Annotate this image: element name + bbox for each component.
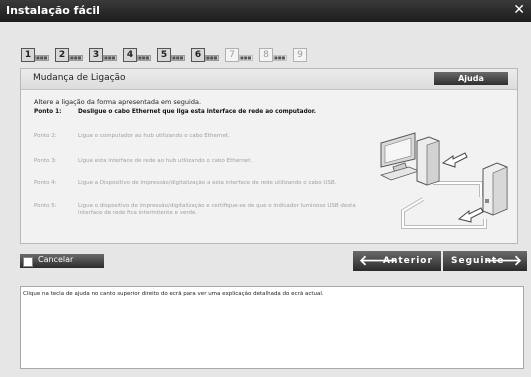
step-progress-bar: ■■■ xyxy=(69,55,83,61)
computer-to-network-device-icon xyxy=(379,132,508,229)
step-number: 2 xyxy=(55,48,69,62)
arrow-right-icon: 🡒 xyxy=(484,253,522,269)
point-label: Ponto 1: xyxy=(34,109,62,115)
step-number: 6 xyxy=(191,48,205,62)
step-number: 3 xyxy=(89,48,103,62)
point-text: Ligue o computador ao hub utilizando o c… xyxy=(78,133,230,139)
checkbox-icon xyxy=(23,257,33,267)
step-progress-bar: ■■■ xyxy=(137,55,151,61)
step-number: 9 xyxy=(293,48,307,62)
cancel-button[interactable]: Cancelar xyxy=(20,254,104,268)
previous-button[interactable]: 🡐 Anterior xyxy=(353,251,441,271)
point-text: Ligue esta interface de rede ao hub util… xyxy=(78,158,253,164)
previous-label: Anterior xyxy=(383,256,433,266)
step-number: 5 xyxy=(157,48,171,62)
step-progress-bar: ■■■ xyxy=(273,55,287,61)
connection-change-panel: Mudança de Ligação Ajuda Altere a ligaçã… xyxy=(20,68,518,244)
window-title: Instalação fácil xyxy=(6,4,100,17)
step-progress-bar: ■■■ xyxy=(171,55,185,61)
close-icon[interactable]: ✕ xyxy=(513,2,525,18)
step-number: 8 xyxy=(259,48,273,62)
point-label: Ponto 3: xyxy=(34,158,57,164)
step-number: 7 xyxy=(225,48,239,62)
point-label: Ponto 5: xyxy=(34,203,57,209)
point-text: Ligue o dispositivo de impressão/digital… xyxy=(78,203,356,216)
step-number: 1 xyxy=(21,48,35,62)
step-number: 4 xyxy=(123,48,137,62)
panel-header: Mudança de Ligação Ajuda xyxy=(21,69,517,90)
point-label: Ponto 2: xyxy=(34,133,57,139)
point-text: Ligue a Dispositivo de impressão/digital… xyxy=(78,180,337,186)
cancel-label: Cancelar xyxy=(38,255,74,264)
point-text: Desligue o cabo Ethernet que liga esta i… xyxy=(78,109,316,115)
step-progress-bar: ■■■ xyxy=(35,55,49,61)
instructions-intro: Altere a ligação da forma apresentada em… xyxy=(34,98,202,106)
window-titlebar: Instalação fácil ✕ xyxy=(0,0,531,22)
next-button[interactable]: Seguinte 🡒 xyxy=(443,251,527,271)
help-info-box: Clique na tecla de ajuda no canto superi… xyxy=(20,286,524,369)
point-label: Ponto 4: xyxy=(34,180,57,186)
panel-title: Mudança de Ligação xyxy=(33,73,126,83)
step-progress-bar: ■■■ xyxy=(103,55,117,61)
help-button[interactable]: Ajuda xyxy=(434,72,508,85)
step-progress-bar: ■■■ xyxy=(239,55,253,61)
help-info-text: Clique na tecla de ajuda no canto superi… xyxy=(23,291,324,297)
step-progress-bar: ■■■ xyxy=(205,55,219,61)
